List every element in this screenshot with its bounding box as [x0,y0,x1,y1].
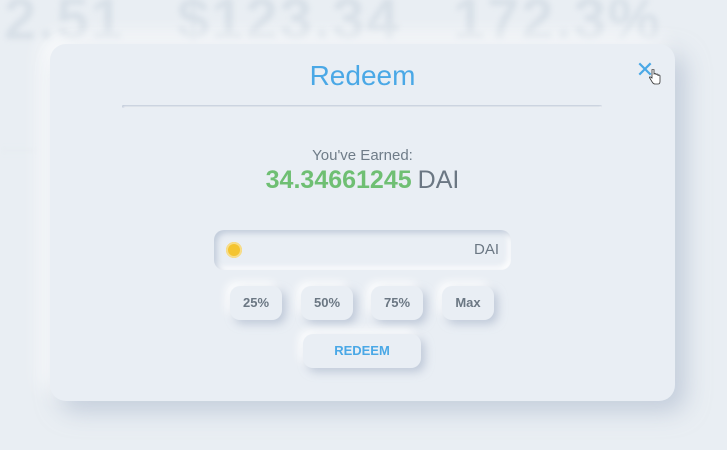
percent-25-button[interactable]: 25% [230,286,282,320]
percent-75-button[interactable]: 75% [371,286,423,320]
redeem-button[interactable]: REDEEM [303,334,421,368]
title-divider [122,105,602,108]
amount-input[interactable] [250,236,454,266]
modal-title: Redeem [309,60,416,91]
amount-field[interactable]: DAI [214,230,511,270]
earned-unit: DAI [417,166,460,194]
max-button[interactable]: Max [442,286,494,320]
earned-label: You've Earned: [312,147,413,164]
input-unit-label: DAI [473,241,499,258]
dai-coin-icon [226,242,242,258]
earned-amount: 34.34661245 DAI [50,166,675,195]
redeem-modal: Redeem ✕ You've Earned: 34.34661245 DAI D… [50,44,675,401]
earned-number: 34.34661245 [265,166,412,194]
percent-50-button[interactable]: 50% [301,286,353,320]
hand-cursor-icon [649,69,661,85]
background-divider [0,150,40,151]
